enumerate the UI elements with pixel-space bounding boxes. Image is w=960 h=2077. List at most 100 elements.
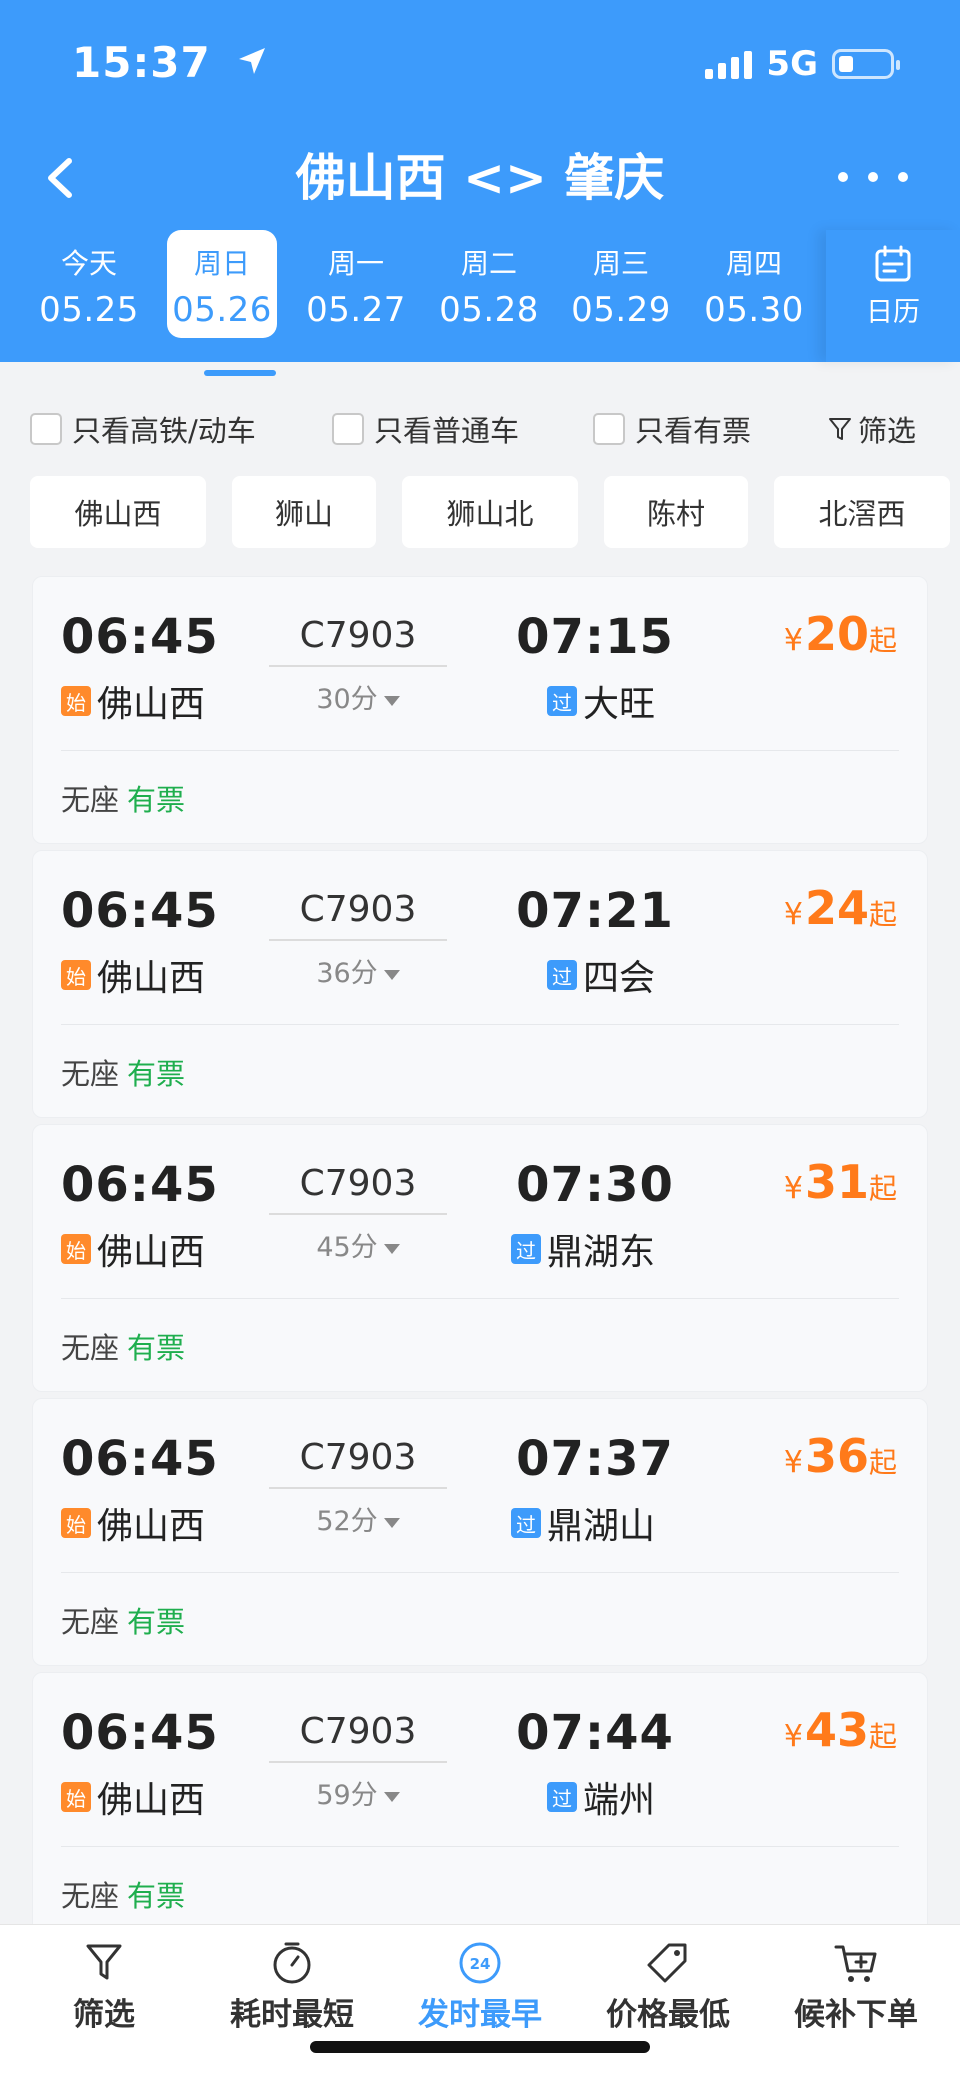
date-tab-3[interactable]: 周二 05.28 — [434, 230, 544, 338]
duration-text: 59分 — [316, 1780, 378, 1811]
availability: 有票 — [127, 1605, 186, 1639]
station-name: 佛山西 — [97, 958, 206, 999]
date-label: 05.26 — [172, 290, 272, 330]
departure-time: 06:45 — [61, 1157, 219, 1213]
checkbox-label: 只看普通车 — [374, 414, 520, 448]
divider — [61, 1846, 899, 1847]
duration-toggle[interactable]: 59分 — [268, 1773, 448, 1812]
route-line — [269, 1487, 447, 1489]
seat-info: 无座 有票 — [61, 1051, 185, 1093]
date-tab-1[interactable]: 周日 05.26 — [167, 230, 277, 338]
divider — [61, 1298, 899, 1299]
checkbox-box[interactable] — [30, 413, 62, 445]
arrival-time: 07:37 — [516, 1431, 674, 1487]
train-card[interactable]: 06:45 C7903 30分 07:15 始佛山西 过大旺 ¥20 起 无座 有票 — [32, 576, 928, 844]
station-chips: 佛山西 狮山 狮山北 陈村 北滘西 — [30, 476, 960, 548]
active-date-indicator — [204, 370, 276, 376]
caret-down-icon — [383, 695, 400, 706]
date-tab-4[interactable]: 周三 05.29 — [566, 230, 676, 338]
route-line — [269, 939, 447, 941]
battery-icon — [832, 49, 900, 79]
date-label: 05.27 — [306, 290, 406, 330]
status-bar: 15:37 5G — [0, 0, 960, 130]
seat-info: 无座 有票 — [61, 1599, 185, 1641]
tab-label: 候补下单 — [794, 1997, 918, 2033]
price: ¥24 起 — [784, 881, 897, 935]
train-card[interactable]: 06:45 C7903 36分 07:21 始佛山西 过四会 ¥24 起 无座 有票 — [32, 850, 928, 1118]
tab-label: 耗时最短 — [230, 1997, 354, 2033]
caret-down-icon — [383, 1243, 400, 1254]
price: ¥20 起 — [784, 607, 897, 661]
price: ¥36 起 — [784, 1429, 897, 1483]
station-chip[interactable]: 狮山北 — [402, 476, 578, 548]
seat-type: 无座 — [61, 1057, 120, 1091]
origin-station: 始佛山西 — [61, 949, 205, 1001]
tab-lowest-price[interactable]: 价格最低 — [572, 1925, 764, 2045]
station-chip[interactable]: 陈村 — [604, 476, 748, 548]
date-tab-2[interactable]: 周一 05.27 — [301, 230, 411, 338]
date-label: 05.25 — [39, 290, 139, 330]
availability: 有票 — [127, 783, 186, 817]
station-chip[interactable]: 佛山西 — [30, 476, 206, 548]
more-options-button[interactable] — [838, 152, 908, 202]
divider — [61, 1024, 899, 1025]
price-suffix: 起 — [868, 1172, 897, 1205]
dot-icon — [868, 172, 878, 182]
train-card[interactable]: 06:45 C7903 52分 07:37 过鼎湖山 始佛山西 ¥36 起 无座有… — [32, 1398, 928, 1666]
currency-symbol: ¥ — [783, 1171, 803, 1206]
duration-text: 45分 — [316, 1232, 378, 1263]
checkbox-available-only[interactable]: 只看有票 — [593, 408, 751, 450]
nav-bar: 佛山西 <> 肇庆 — [0, 130, 960, 230]
date-tab-0[interactable]: 今天 05.25 — [34, 230, 144, 338]
calendar-label: 日历 — [866, 297, 920, 328]
filter-bar: 只看高铁/动车 只看普通车 只看有票 筛选 — [0, 400, 960, 450]
tab-shortest-duration[interactable]: 耗时最短 — [196, 1925, 388, 2045]
station-chip[interactable]: 北滘西 — [774, 476, 950, 548]
checkbox-box[interactable] — [593, 413, 625, 445]
duration-toggle[interactable]: 52分 — [268, 1499, 448, 1538]
calendar-button[interactable]: 日历 — [826, 230, 960, 362]
checkbox-high-speed-only[interactable]: 只看高铁/动车 — [30, 408, 256, 450]
page-title: 佛山西 <> 肇庆 — [295, 149, 665, 207]
currency-symbol: ¥ — [783, 897, 803, 932]
network-label: 5G — [766, 44, 818, 84]
caret-down-icon — [383, 969, 400, 980]
duration-text: 52分 — [316, 1506, 378, 1537]
station-chip[interactable]: 狮山 — [232, 476, 376, 548]
checkbox-regular-only[interactable]: 只看普通车 — [332, 408, 519, 450]
currency-symbol: ¥ — [783, 1445, 803, 1480]
train-card[interactable]: 06:45 C7903 59分 07:44 始佛山西 过端州 ¥43 起 无座 有票 — [32, 1672, 928, 1940]
checkbox-box[interactable] — [332, 413, 364, 445]
train-number: C7903 — [299, 1163, 417, 1204]
filter-button[interactable]: 筛选 — [828, 408, 916, 450]
checkbox-label: 只看有票 — [635, 414, 752, 448]
train-card[interactable]: 06:45 C7903 45分 07:30 始佛山西 过鼎湖东 ¥31 起 无座有… — [32, 1124, 928, 1392]
start-badge: 始 — [61, 686, 91, 716]
destination-station: 过鼎湖山 — [511, 1497, 655, 1549]
pass-badge: 过 — [511, 1508, 541, 1538]
date-tab-5[interactable]: 周四 05.30 — [699, 230, 809, 338]
station-name: 端州 — [583, 1780, 656, 1821]
duration-toggle[interactable]: 30分 — [268, 677, 448, 716]
seat-type: 无座 — [61, 1331, 120, 1365]
price-suffix: 起 — [868, 898, 897, 931]
weekday-label: 周日 — [193, 247, 250, 280]
tab-label: 价格最低 — [606, 1997, 730, 2033]
arrival-time: 07:15 — [516, 609, 674, 665]
departure-time: 06:45 — [61, 1431, 219, 1487]
pass-badge: 过 — [547, 1782, 577, 1812]
header: 15:37 5G 佛山西 <> 肇庆 今天 05.25 周日 05.26 周一 … — [0, 0, 960, 362]
destination-station: 过鼎湖东 — [511, 1223, 655, 1275]
divider — [61, 1572, 899, 1573]
cart-icon — [834, 1945, 877, 1982]
price-value: 24 — [804, 881, 869, 935]
duration-toggle[interactable]: 36分 — [268, 951, 448, 990]
tab-earliest-departure[interactable]: 24 发时最早 — [384, 1925, 576, 2045]
station-name: 佛山西 — [97, 1506, 206, 1547]
tab-waitlist-order[interactable]: 候补下单 — [760, 1925, 952, 2045]
tab-filter[interactable]: 筛选 — [8, 1925, 200, 2045]
duration-toggle[interactable]: 45分 — [268, 1225, 448, 1264]
station-name: 佛山西 — [97, 1232, 206, 1273]
date-selector: 今天 05.25 周日 05.26 周一 05.27 周二 05.28 周三 0… — [0, 230, 960, 362]
filter-icon — [86, 1944, 122, 1980]
